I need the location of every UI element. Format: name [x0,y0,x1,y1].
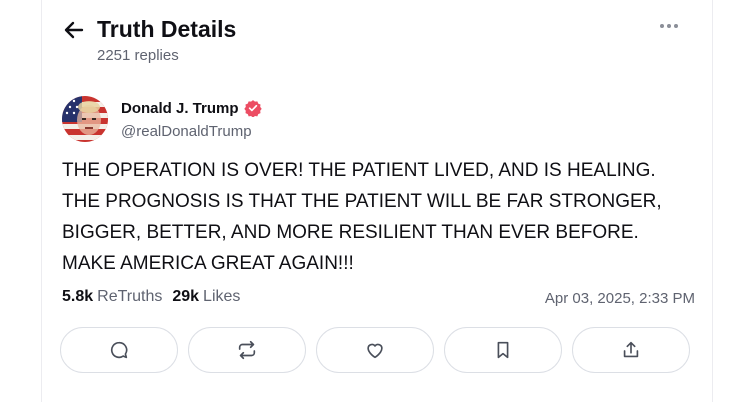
retruths-label: ReTruths [97,288,163,305]
retruth-button[interactable] [188,327,306,373]
retruths-count: 5.8k [62,288,94,305]
retruths-stat[interactable]: 5.8k ReTruths [62,288,162,306]
author-name[interactable]: Donald J. Trump [121,100,239,117]
author-name-row: Donald J. Trump [121,99,262,117]
bookmark-icon [497,341,509,359]
likes-label: Likes [203,288,241,305]
reply-button[interactable] [60,327,178,373]
page-title: Truth Details [97,16,237,42]
right-divider [712,0,713,402]
post-line: THE OPERATION IS OVER! THE PATIENT LIVED… [62,160,656,181]
post-stats: 5.8k ReTruths 29k Likes [62,288,240,306]
reply-count: 2251 replies [97,47,179,64]
comment-icon [110,341,128,359]
action-bar [60,327,690,373]
retruth-icon [238,340,256,360]
share-icon [623,341,639,358]
like-button[interactable] [316,327,434,373]
share-button[interactable] [572,327,690,373]
post-line: THE PROGNOSIS IS THAT THE PATIENT WILL B… [62,191,662,212]
post-body: THE OPERATION IS OVER! THE PATIENT LIVED… [62,155,707,279]
more-options-icon[interactable] [654,16,684,36]
author-handle[interactable]: @realDonaldTrump [121,123,252,140]
back-arrow-icon[interactable] [62,18,86,42]
post-line: BIGGER, BETTER, AND MORE RESILIENT THAN … [62,222,639,243]
heart-icon [367,343,383,359]
left-divider [41,0,42,402]
post-line: MAKE AMERICA GREAT AGAIN!!! [62,253,354,274]
verified-badge-icon [243,100,262,117]
post-timestamp: Apr 03, 2025, 2:33 PM [544,290,695,307]
likes-stat[interactable]: 29k Likes [172,288,240,306]
bookmark-button[interactable] [444,327,562,373]
avatar[interactable] [62,96,108,142]
likes-count: 29k [172,288,200,305]
